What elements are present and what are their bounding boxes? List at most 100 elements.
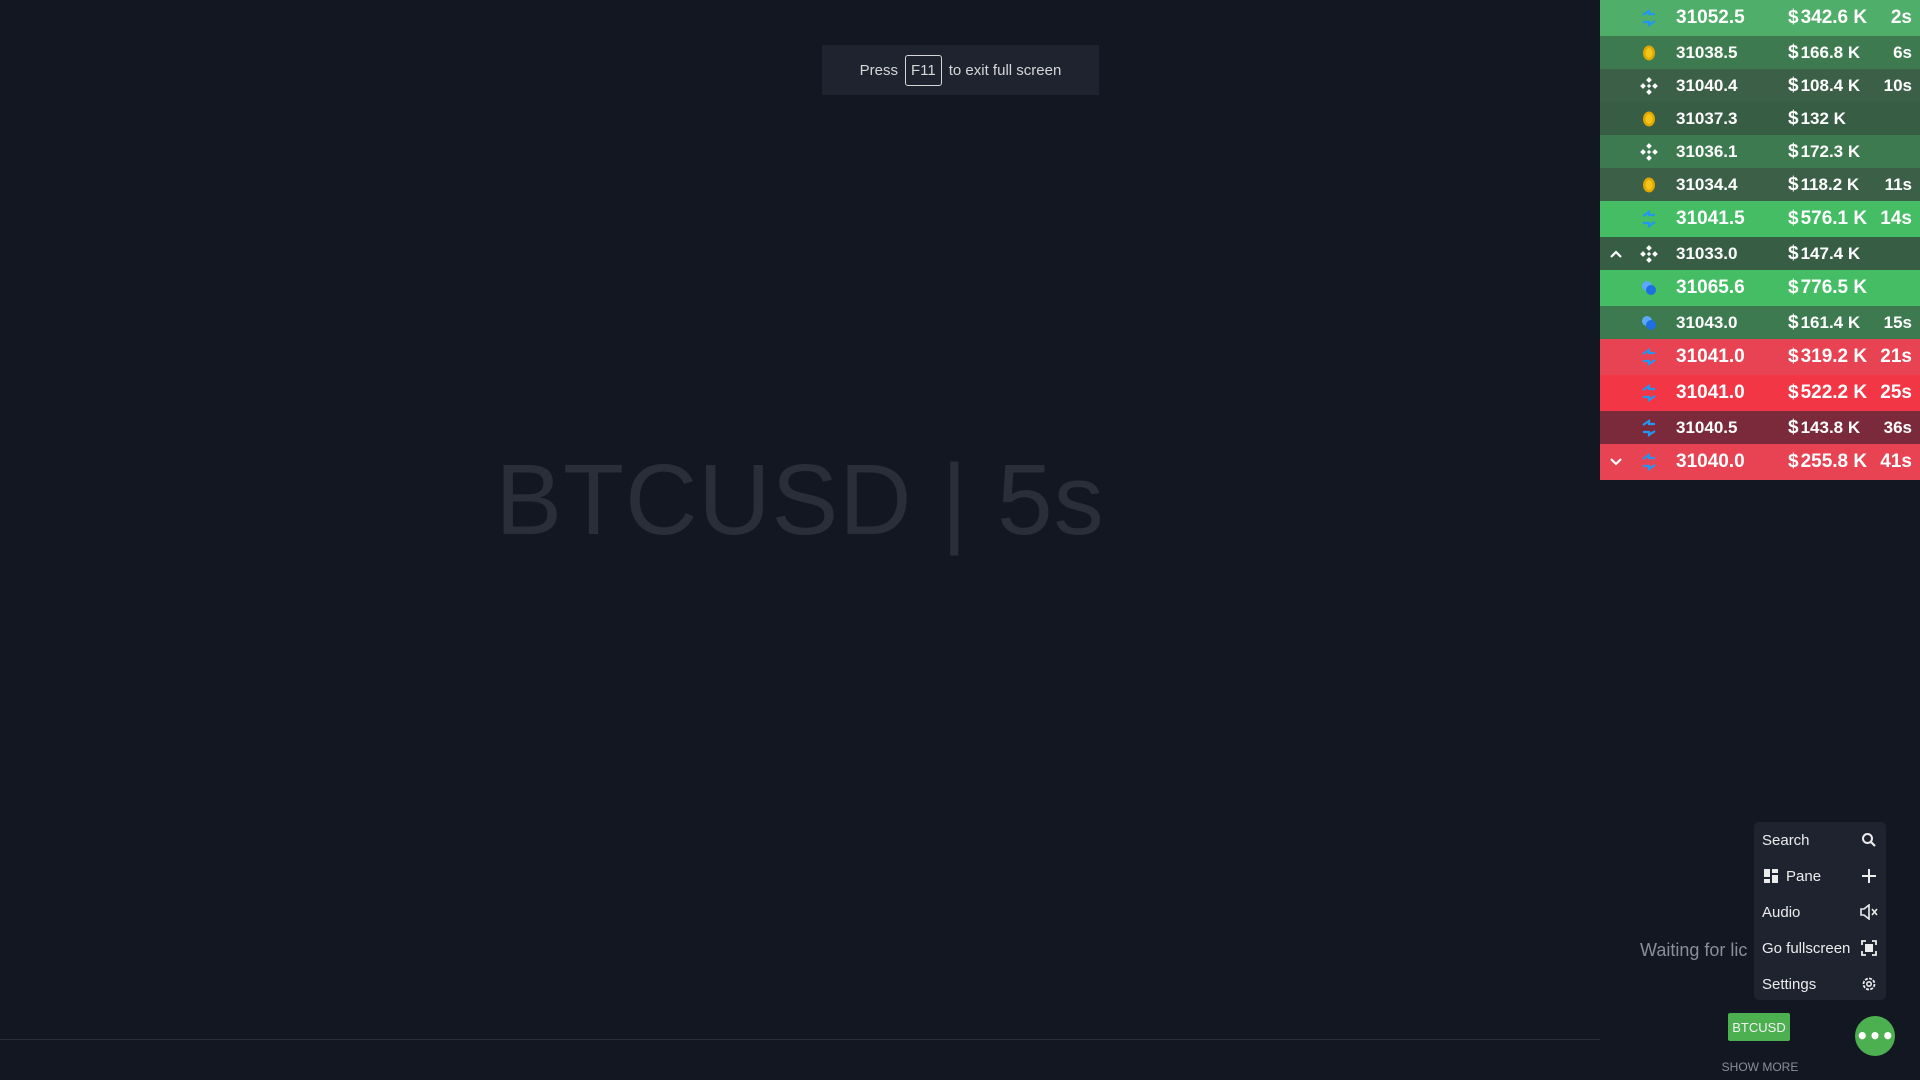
trade-amount: $132 K	[1788, 108, 1846, 130]
trade-amount: $118.2 K	[1788, 174, 1859, 196]
trade-row: 31036.1 $172.3 K	[1600, 135, 1920, 168]
trade-price: 31040.4	[1676, 75, 1738, 95]
trade-amount-value: 172.3 K	[1800, 141, 1861, 161]
trade-amount-value: 132 K	[1800, 108, 1846, 128]
trade-age: 21s	[1880, 346, 1912, 367]
trade-age: 11s	[1884, 174, 1912, 194]
currency-symbol: $	[1788, 451, 1799, 472]
trade-amount-value: 108.4 K	[1800, 75, 1861, 95]
trade-age: 6s	[1893, 42, 1912, 62]
binance-icon	[1640, 76, 1658, 95]
menu-item-label: Settings	[1762, 975, 1817, 993]
toast-suffix: to exit full screen	[948, 61, 1062, 79]
trade-amount-value: 522.2 K	[1800, 382, 1868, 403]
binance-icon	[1640, 244, 1658, 263]
bitmex-icon	[1640, 453, 1658, 471]
bitmex-icon	[1640, 418, 1658, 437]
trade-amount-value: 576.1 K	[1800, 208, 1868, 229]
trade-amount: $108.4 K	[1788, 75, 1860, 97]
menu-item-label-group: Pane	[1762, 867, 1860, 885]
currency-symbol: $	[1788, 107, 1799, 129]
trade-price: 31041.0	[1676, 346, 1745, 367]
ftx-icon	[1640, 314, 1658, 332]
menu-item-label: Go fullscreen	[1762, 939, 1851, 957]
coinbase-icon	[1640, 110, 1658, 128]
trade-amount: $342.6 K	[1788, 7, 1867, 29]
trade-row: 31043.0 $161.4 K 15s	[1600, 306, 1920, 339]
trade-row: 31038.5 $166.8 K 6s	[1600, 36, 1920, 69]
trade-price: 31065.6	[1676, 277, 1745, 298]
bitmex-icon	[1640, 384, 1658, 402]
gear-icon	[1860, 975, 1878, 993]
trade-price: 31041.5	[1676, 208, 1745, 229]
trade-row: 31040.5 $143.8 K 36s	[1600, 411, 1920, 444]
currency-symbol: $	[1788, 41, 1799, 63]
speaker-muted-icon	[1860, 903, 1878, 921]
ftx-icon	[1640, 279, 1658, 297]
trade-amount-value: 776.5 K	[1800, 277, 1868, 298]
menu-item-fullscreen[interactable]: Go fullscreen	[1754, 930, 1886, 966]
trade-amount: $147.4 K	[1788, 243, 1860, 265]
show-more-button[interactable]: SHOW MORE	[1700, 1060, 1820, 1074]
trades-list: 31052.5 $342.6 K 2s 31038.5 $166.8 K 6s …	[1600, 0, 1920, 480]
menu-item-settings[interactable]: Settings	[1754, 966, 1886, 1002]
bitmex-icon	[1640, 210, 1658, 228]
trade-row: 31034.4 $118.2 K 11s	[1600, 168, 1920, 201]
currency-symbol: $	[1788, 7, 1799, 28]
currency-symbol: $	[1788, 416, 1799, 438]
menu-item-label: Audio	[1762, 903, 1801, 921]
trend-down-icon	[1606, 454, 1626, 470]
trade-row: 31040.0 $255.8 K 41s	[1600, 444, 1920, 480]
currency-symbol: $	[1788, 277, 1799, 298]
trade-amount: $576.1 K	[1788, 208, 1867, 230]
coinbase-icon	[1640, 176, 1658, 194]
menu-item-pane[interactable]: Pane	[1754, 858, 1886, 894]
currency-symbol: $	[1788, 242, 1799, 264]
trade-amount-value: 118.2 K	[1800, 174, 1860, 194]
trade-price: 31043.0	[1676, 312, 1738, 332]
trade-price: 31052.5	[1676, 7, 1745, 28]
trade-price: 31037.3	[1676, 108, 1738, 128]
menu-item-search[interactable]: Search	[1754, 822, 1886, 858]
trade-amount-value: 161.4 K	[1800, 312, 1861, 332]
currency-symbol: $	[1788, 382, 1799, 403]
currency-symbol: $	[1788, 208, 1799, 229]
trade-age: 41s	[1880, 451, 1912, 472]
coinbase-icon	[1640, 44, 1658, 62]
trade-age: 36s	[1883, 417, 1912, 437]
trade-amount-value: 255.8 K	[1800, 451, 1868, 472]
trade-amount: $255.8 K	[1788, 451, 1867, 473]
trade-age: 2s	[1890, 7, 1912, 28]
trade-row: 31041.5 $576.1 K 14s	[1600, 201, 1920, 237]
trade-age: 14s	[1880, 208, 1912, 229]
currency-symbol: $	[1788, 140, 1799, 162]
menu-item-label: Pane	[1786, 867, 1822, 885]
trade-price: 31033.0	[1676, 243, 1738, 263]
trade-amount-value: 319.2 K	[1800, 346, 1868, 367]
plus-icon	[1860, 867, 1878, 885]
trade-price: 31040.5	[1676, 417, 1738, 437]
trade-amount: $166.8 K	[1788, 42, 1860, 64]
menu-item-audio[interactable]: Audio	[1754, 894, 1886, 930]
waiting-status: Waiting for lic	[1640, 940, 1748, 960]
more-icon: •••	[1855, 1024, 1895, 1048]
trade-amount: $161.4 K	[1788, 312, 1860, 334]
trade-amount-value: 143.8 K	[1800, 417, 1861, 437]
bitmex-icon	[1640, 9, 1658, 27]
trade-amount: $522.2 K	[1788, 382, 1867, 404]
more-options-button[interactable]: •••	[1855, 1016, 1895, 1056]
quick-menu: Search Pane Audio Go fullscreen Settings	[1754, 822, 1886, 1000]
trade-price: 31040.0	[1676, 451, 1745, 472]
trade-price: 31041.0	[1676, 382, 1745, 403]
currency-symbol: $	[1788, 346, 1799, 367]
trade-row: 31065.6 $776.5 K	[1600, 270, 1920, 306]
trade-amount-value: 342.6 K	[1800, 7, 1868, 28]
menu-item-label: Search	[1762, 831, 1810, 849]
trade-row: 31037.3 $132 K	[1600, 102, 1920, 135]
trade-amount: $143.8 K	[1788, 417, 1860, 439]
trade-amount: $319.2 K	[1788, 346, 1867, 368]
trade-amount-value: 166.8 K	[1800, 42, 1861, 62]
trade-amount: $776.5 K	[1788, 277, 1867, 299]
symbol-chip-btcusd[interactable]: BTCUSD	[1728, 1013, 1790, 1041]
currency-symbol: $	[1788, 173, 1799, 195]
